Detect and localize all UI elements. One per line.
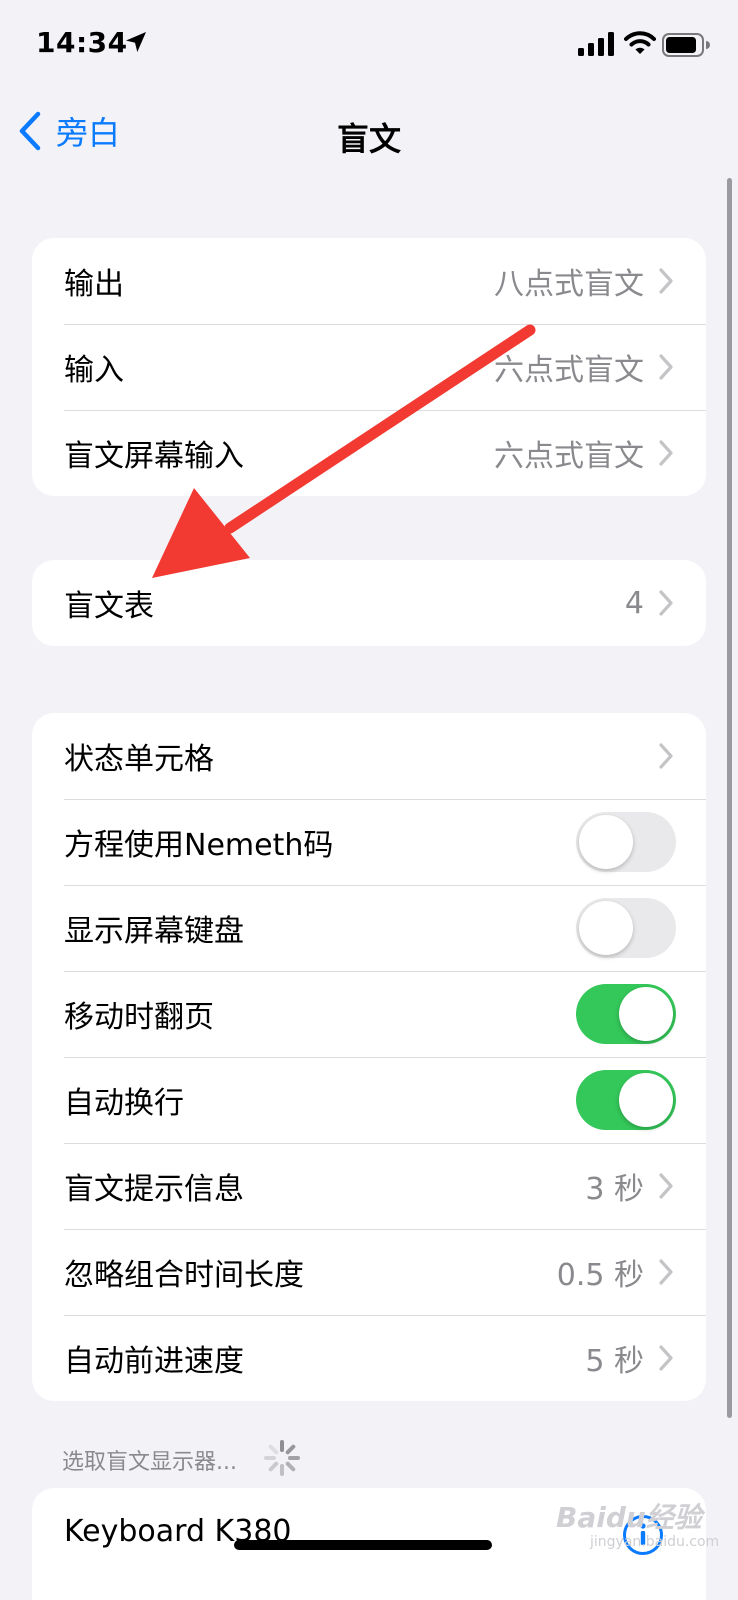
row-label: 盲文提示信息 <box>64 1172 244 1207</box>
page-title: 盲文 <box>336 120 401 158</box>
chevron-right-icon <box>659 590 673 616</box>
cellular-signal-icon <box>578 32 614 56</box>
turn-pages-when-panning-row: 移动时翻页 <box>32 971 706 1057</box>
row-value: 0.5 秒 <box>556 1258 644 1293</box>
toggle-knob <box>579 901 633 955</box>
spinner-icon <box>264 1440 300 1476</box>
row-value: 八点式盲文 <box>494 267 644 302</box>
toggle-knob <box>619 1073 673 1127</box>
chevron-right-icon <box>659 354 673 380</box>
word-wrap-row: 自动换行 <box>32 1057 706 1143</box>
chevron-right-icon <box>659 440 673 466</box>
wifi-icon <box>624 31 656 54</box>
auto-advance-speed-row[interactable]: 自动前进速度 5 秒 <box>32 1315 706 1401</box>
row-label: 状态单元格 <box>64 742 214 777</box>
alert-messages-row[interactable]: 盲文提示信息 3 秒 <box>32 1143 706 1229</box>
braille-options-group: 状态单元格 方程使用Nemeth码 显示屏幕键盘 移动时翻页 自动换行 盲文提示… <box>32 713 706 1401</box>
row-label: 输出 <box>64 267 124 302</box>
chevron-right-icon <box>659 1259 673 1285</box>
toggle-knob <box>619 987 673 1041</box>
show-onscreen-keyboard-row: 显示屏幕键盘 <box>32 885 706 971</box>
chevron-right-icon <box>659 1345 673 1371</box>
turn-pages-when-panning-toggle[interactable] <box>576 984 676 1044</box>
chevron-right-icon <box>659 268 673 294</box>
watermark-brand: Baidu经验 <box>556 1501 702 1534</box>
battery-icon <box>662 33 710 57</box>
home-indicator[interactable] <box>234 1540 492 1550</box>
nemeth-code-toggle[interactable] <box>576 812 676 872</box>
show-onscreen-keyboard-toggle[interactable] <box>576 898 676 958</box>
row-label: 显示屏幕键盘 <box>64 914 244 949</box>
row-label: 忽略组合时间长度 <box>64 1258 304 1293</box>
nemeth-code-row: 方程使用Nemeth码 <box>32 799 706 885</box>
row-label: 输入 <box>64 353 124 388</box>
row-label: 移动时翻页 <box>64 1000 214 1035</box>
navigation-bar: 旁白 盲文 <box>0 96 738 166</box>
ignore-chord-duration-row[interactable]: 忽略组合时间长度 0.5 秒 <box>32 1229 706 1315</box>
watermark-url: jingyan.baidu.com <box>590 1534 720 1550</box>
status-cells-row[interactable]: 状态单元格 <box>32 713 706 799</box>
word-wrap-toggle[interactable] <box>576 1070 676 1130</box>
row-value: 3 秒 <box>585 1172 644 1207</box>
status-time: 14:34 <box>36 26 128 59</box>
row-label: 方程使用Nemeth码 <box>64 828 334 863</box>
row-value: 5 秒 <box>585 1344 644 1379</box>
output-row[interactable]: 输出 八点式盲文 <box>32 238 706 324</box>
row-label: 自动前进速度 <box>64 1344 244 1379</box>
chevron-right-icon <box>659 1173 673 1199</box>
location-arrow-icon <box>126 32 146 52</box>
chevron-right-icon <box>659 743 673 769</box>
row-value: 4 <box>624 585 644 621</box>
status-bar: 14:34 <box>0 0 738 90</box>
section-header: 选取盲文显示器... <box>62 1450 237 1475</box>
scroll-indicator[interactable] <box>727 178 732 1418</box>
toggle-knob <box>579 815 633 869</box>
annotation-arrow-icon <box>152 324 536 578</box>
row-label: 自动换行 <box>64 1086 184 1121</box>
